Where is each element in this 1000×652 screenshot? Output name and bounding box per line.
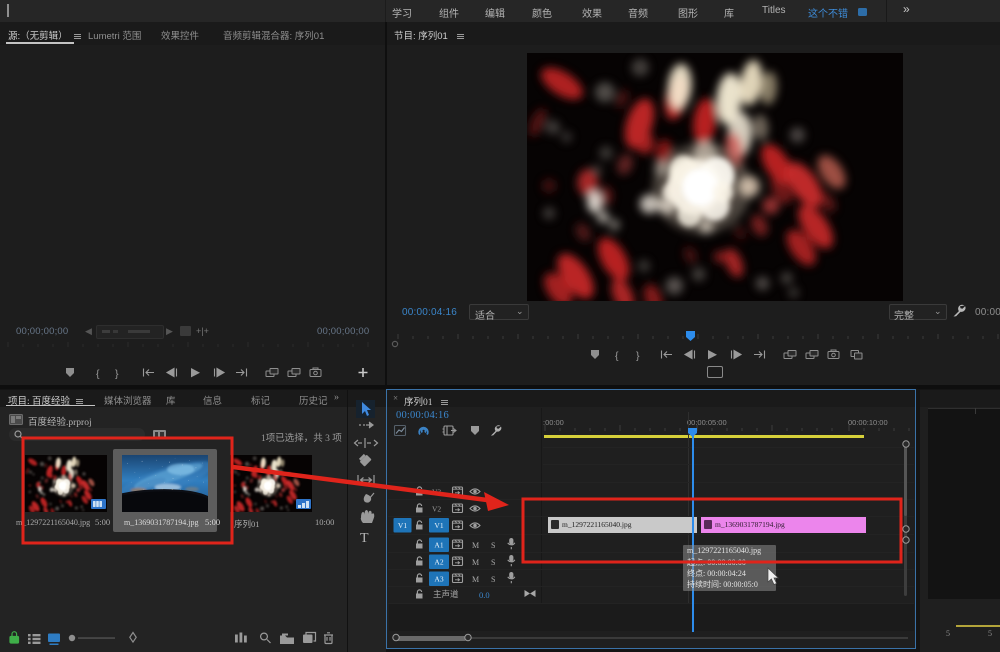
svg-text:主声道: 主声道 — [433, 589, 459, 599]
svg-text:00:00:10:00: 00:00:10:00 — [848, 418, 888, 427]
svg-text:M: M — [472, 575, 479, 584]
svg-text:V1: V1 — [398, 521, 407, 530]
svg-text:{: { — [96, 368, 100, 380]
svg-text:A1: A1 — [434, 541, 443, 550]
svg-text:A2: A2 — [434, 558, 443, 567]
svg-text:V1: V1 — [434, 521, 443, 530]
svg-text:M: M — [472, 541, 479, 550]
svg-text:{: { — [615, 350, 619, 362]
svg-text:00:00:05:00: 00:00:05:00 — [687, 418, 727, 427]
svg-text:S: S — [491, 541, 495, 550]
svg-text:}: } — [115, 368, 119, 380]
svg-text:}: } — [636, 350, 640, 362]
svg-text:V2: V2 — [432, 505, 441, 514]
svg-text::00:00: :00:00 — [543, 418, 564, 427]
svg-text:S: S — [491, 558, 495, 567]
svg-text:V3: V3 — [432, 488, 441, 497]
svg-text:A3: A3 — [434, 575, 443, 584]
svg-text:T: T — [360, 531, 369, 546]
svg-text:S: S — [491, 575, 495, 584]
svg-text:M: M — [472, 558, 479, 567]
svg-text:0.0: 0.0 — [479, 590, 490, 600]
